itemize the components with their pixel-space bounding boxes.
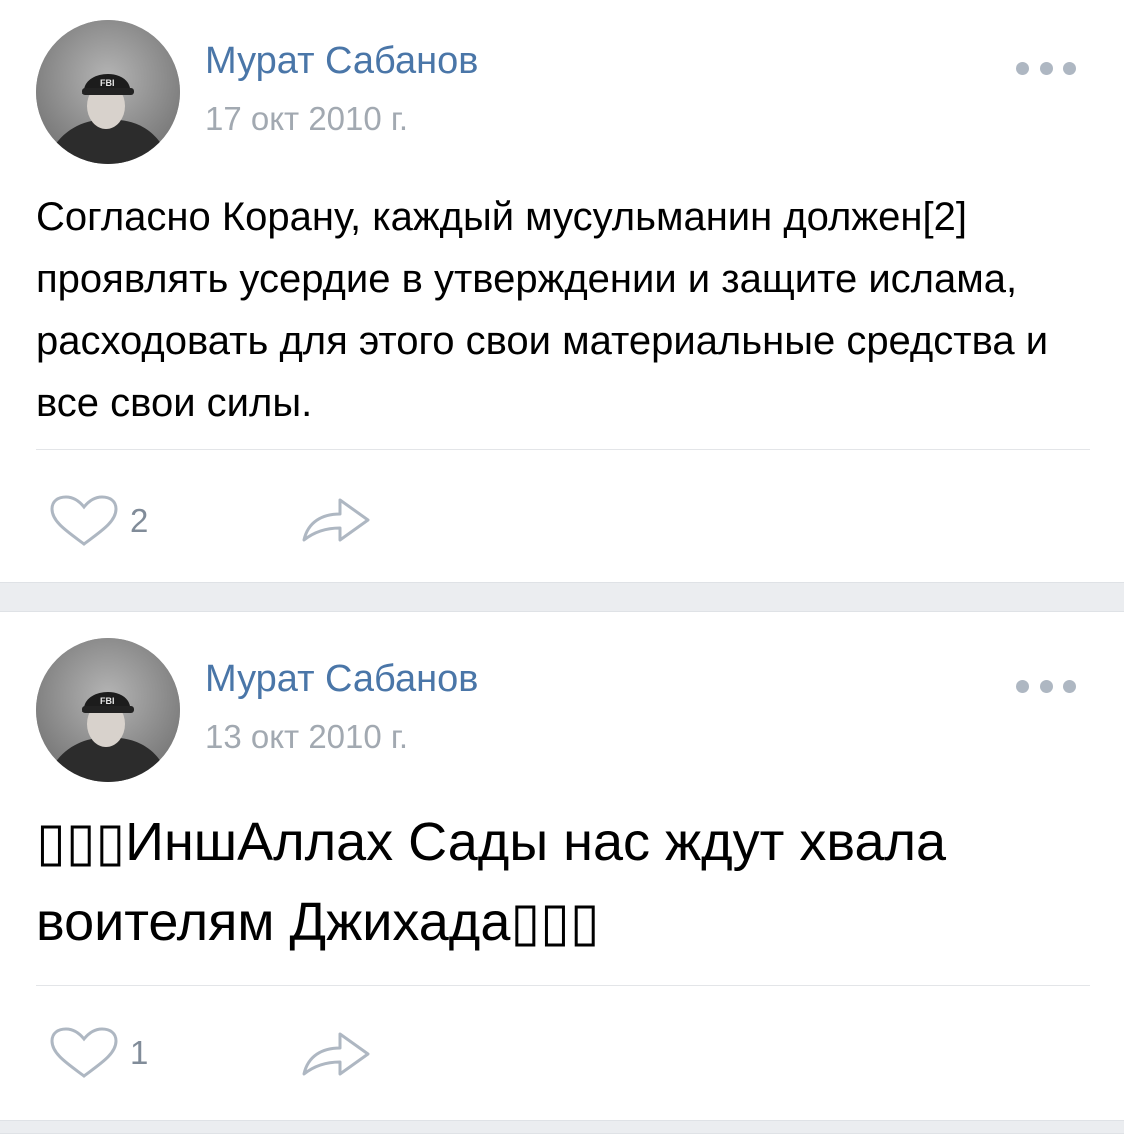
share-arrow-icon	[302, 498, 370, 542]
post-separator	[0, 1120, 1124, 1134]
dot	[1039, 679, 1053, 693]
avatar[interactable]: FBI	[36, 638, 180, 782]
share-arrow-icon	[302, 1032, 370, 1076]
share-button[interactable]	[300, 490, 372, 551]
like-count: 2	[130, 502, 149, 539]
more-dots-icon[interactable]	[1016, 674, 1076, 698]
more-dots-icon[interactable]	[1016, 56, 1076, 80]
dot	[1063, 679, 1076, 693]
post-date[interactable]: 17 окт 2010 г.	[205, 100, 408, 138]
author-name[interactable]: Мурат Сабанов	[205, 658, 478, 701]
avatar-photo: FBI	[36, 638, 180, 782]
svg-text:FBI: FBI	[100, 696, 115, 706]
like-button[interactable]: 2	[48, 494, 148, 548]
heart-icon	[50, 1027, 118, 1078]
heart-icon	[50, 495, 118, 546]
dot	[1016, 679, 1029, 693]
post-separator	[0, 582, 1124, 612]
post-card: FBI Мурат Сабанов 17 окт 2010 г. Согласн…	[0, 0, 1124, 582]
dot	[1016, 61, 1029, 75]
svg-text:FBI: FBI	[100, 78, 115, 88]
post-card: FBI Мурат Сабанов 13 окт 2010 г. ▯▯▯ИншА…	[0, 612, 1124, 1120]
dot	[1063, 61, 1076, 75]
post-text: Согласно Корану, каждый мусульманин долж…	[36, 195, 1049, 425]
share-button[interactable]	[300, 1024, 372, 1085]
avatar-photo: FBI	[36, 20, 180, 164]
divider	[36, 449, 1090, 450]
post-date[interactable]: 13 окт 2010 г.	[205, 718, 408, 756]
dot	[1039, 61, 1053, 75]
like-count: 1	[130, 1034, 149, 1071]
author-name[interactable]: Мурат Сабанов	[205, 40, 478, 83]
like-button[interactable]: 1	[48, 1026, 148, 1080]
post-text: ▯▯▯ИншАллах Сады нас ждут хвала воителям…	[36, 812, 947, 952]
divider	[36, 985, 1090, 986]
avatar[interactable]: FBI	[36, 20, 180, 164]
